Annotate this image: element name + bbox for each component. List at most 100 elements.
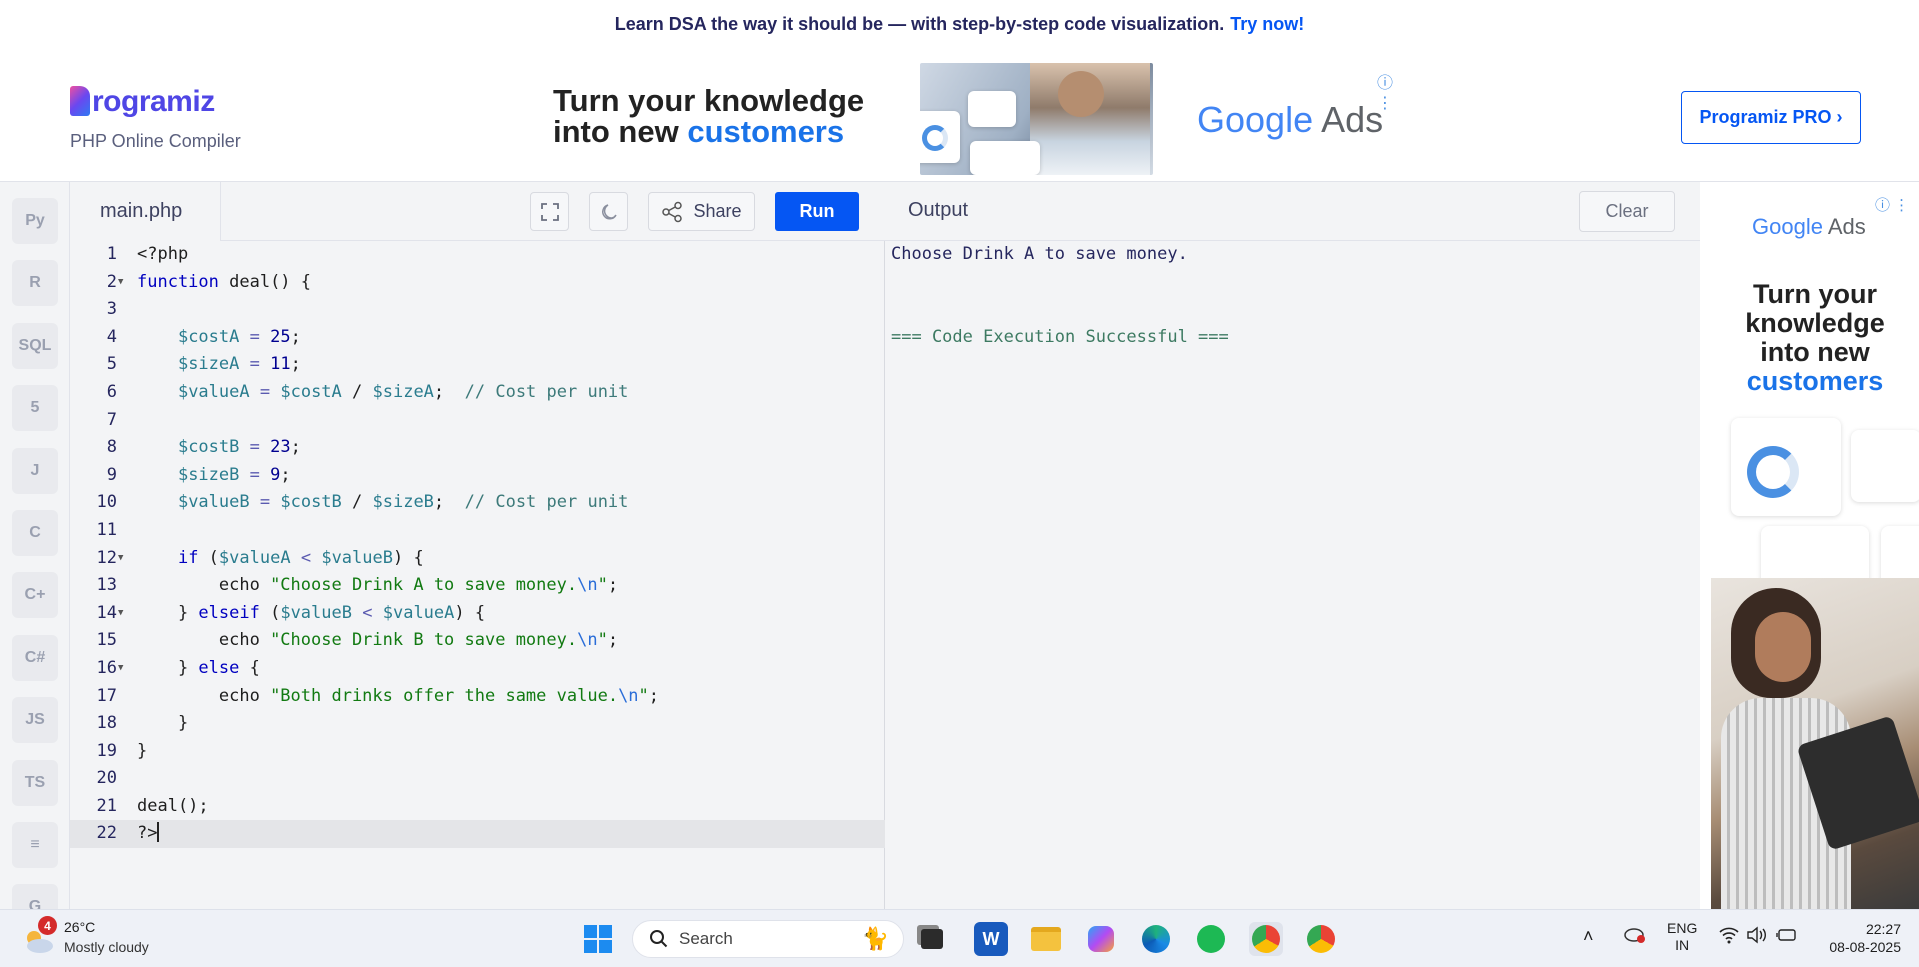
- run-button[interactable]: Run: [775, 192, 859, 231]
- code-line[interactable]: 18 }: [70, 710, 885, 738]
- side-ad-bar-card: [1761, 526, 1869, 586]
- code-line[interactable]: 7: [70, 407, 885, 435]
- code-editor[interactable]: 1 <?php 2 ▼ function deal() {3 4 $costA = 25;…: [70, 241, 885, 849]
- taskbar-search[interactable]: Search 🐈: [632, 920, 904, 958]
- code-text: $sizeA = 11;: [177, 354, 301, 375]
- code-line[interactable]: 17 echo "Both drinks offer the same valu…: [70, 683, 885, 711]
- google-ads-logo: Google Ads: [1197, 99, 1384, 140]
- sidebar-sql-icon[interactable]: SQL: [12, 322, 58, 369]
- code-line[interactable]: 15 echo "Choose Drink B to save money.\n…: [70, 627, 885, 655]
- sidebar-c-icon[interactable]: C: [12, 510, 58, 556]
- logo-mark-icon: [70, 86, 90, 116]
- word-icon[interactable]: W: [974, 922, 1008, 956]
- output-title: Output: [908, 199, 969, 221]
- copilot-icon[interactable]: [1084, 922, 1118, 956]
- language-indicator[interactable]: ENG IN: [1667, 920, 1697, 954]
- code-line[interactable]: 1 <?php: [70, 241, 885, 269]
- line-number: 15: [96, 630, 117, 651]
- fullscreen-button[interactable]: [530, 192, 569, 231]
- code-line[interactable]: 11: [70, 517, 885, 545]
- line-number: 3: [106, 299, 117, 320]
- execution-status: === Code Execution Successful ===: [891, 326, 1229, 347]
- code-line[interactable]: 8 $costB = 23;: [70, 434, 885, 462]
- code-text: ?>: [137, 822, 159, 844]
- onedrive-icon[interactable]: [1623, 924, 1647, 947]
- output-header: Output Clear: [885, 182, 1700, 241]
- fold-arrow-icon[interactable]: ▼: [118, 600, 123, 628]
- sidebar-r-icon[interactable]: R: [12, 260, 58, 307]
- side-ad-info-icon[interactable]: ⓘ ⋮: [1875, 194, 1909, 215]
- code-line[interactable]: 22 ?>: [70, 820, 885, 849]
- battery-icon[interactable]: [1776, 926, 1798, 947]
- page-subtitle: PHP Online Compiler: [70, 131, 241, 151]
- side-ad-line-card: [1851, 430, 1919, 502]
- sidebar-javascript-icon[interactable]: JS: [12, 697, 58, 744]
- code-line[interactable]: 4 $costA = 25;: [70, 324, 885, 352]
- code-line[interactable]: 19}: [70, 738, 885, 766]
- search-placeholder: Search: [679, 929, 733, 948]
- code-line[interactable]: 16 ▼ } else {: [70, 655, 885, 683]
- weather-widget[interactable]: 4 26°C Mostly cloudy: [22, 916, 192, 962]
- task-view-icon[interactable]: [915, 922, 949, 956]
- code-line[interactable]: 12 ▼ if ($valueA < $valueB) {: [70, 545, 885, 573]
- programiz-logo[interactable]: rogramiz: [70, 85, 215, 119]
- line-number: 5: [106, 354, 117, 375]
- moon-icon: [601, 203, 617, 219]
- fold-arrow-icon[interactable]: ▼: [118, 545, 123, 573]
- sidebar-cpp-icon[interactable]: C+: [12, 572, 58, 619]
- promo-text: Learn DSA the way it should be — with st…: [614, 14, 1225, 34]
- file-tab-main-php[interactable]: main.php: [70, 182, 221, 241]
- programiz-pro-button[interactable]: Programiz PRO ›: [1681, 91, 1861, 144]
- code-line[interactable]: 20: [70, 765, 885, 793]
- sidebar-swift-icon[interactable]: ≡: [12, 822, 58, 868]
- code-text: function deal() {: [137, 271, 312, 292]
- sidebar-csharp-icon[interactable]: C#: [12, 634, 58, 681]
- wifi-icon[interactable]: [1718, 926, 1740, 947]
- code-text: echo "Choose Drink A to save money.\n";: [137, 575, 619, 596]
- code-line[interactable]: 13 echo "Choose Drink A to save money.\n…: [70, 572, 885, 600]
- spotify-icon[interactable]: [1194, 922, 1228, 956]
- edge-icon[interactable]: [1139, 922, 1173, 956]
- code-line[interactable]: 9 $sizeB = 9;: [70, 462, 885, 490]
- windows-start-icon[interactable]: [581, 922, 615, 956]
- fold-arrow-icon[interactable]: ▼: [118, 655, 123, 683]
- code-line[interactable]: 6 $valueA = $costA / $sizeA; // Cost per…: [70, 379, 885, 407]
- file-explorer-icon[interactable]: [1029, 922, 1063, 956]
- sidebar-html5-icon[interactable]: 5: [12, 385, 58, 432]
- share-button[interactable]: Share: [648, 192, 755, 231]
- volume-icon[interactable]: [1746, 926, 1768, 947]
- code-line[interactable]: 21 deal();: [70, 793, 885, 821]
- code-line[interactable]: 5 $sizeA = 11;: [70, 351, 885, 379]
- language-sidebar: Py R SQL 5 J C C+ C# JS TS ≡ G: [0, 182, 70, 931]
- line-number: 19: [96, 740, 117, 761]
- side-ad[interactable]: ⓘ ⋮ Google Ads Turn your knowledge into …: [1711, 190, 1919, 909]
- dark-mode-button[interactable]: [589, 192, 628, 231]
- chrome-profile-icon[interactable]: [1304, 922, 1338, 956]
- clock[interactable]: 22:27 08-08-2025: [1816, 920, 1901, 956]
- top-ad[interactable]: Turn your knowledge into new customers G…: [545, 63, 1405, 175]
- side-ad-donut-card: [1731, 418, 1841, 516]
- chrome-icon-active[interactable]: [1249, 922, 1283, 956]
- weather-desc: Mostly cloudy: [64, 939, 149, 955]
- ad-image: [920, 63, 1153, 175]
- output-pane: Output Clear Choose Drink A to save mone…: [885, 182, 1700, 909]
- chevron-up-icon[interactable]: ˄: [1583, 926, 1594, 947]
- code-line[interactable]: 2 ▼ function deal() {: [70, 269, 885, 297]
- line-number: 6: [106, 381, 117, 402]
- code-line[interactable]: 3: [70, 296, 885, 324]
- sidebar-typescript-icon[interactable]: TS: [12, 759, 58, 806]
- weather-temp: 26°C: [64, 919, 96, 935]
- clear-button[interactable]: Clear: [1579, 191, 1675, 232]
- code-line[interactable]: 14 ▼ } elseif ($valueB < $valueA) {: [70, 600, 885, 628]
- sidebar-java-icon[interactable]: J: [12, 447, 58, 494]
- line-number: 9: [106, 464, 117, 485]
- fold-arrow-icon[interactable]: ▼: [118, 269, 123, 297]
- line-number: 21: [96, 795, 117, 816]
- line-number: 12: [96, 547, 117, 568]
- sidebar-python-icon[interactable]: Py: [12, 198, 58, 244]
- try-now-link[interactable]: Try now!: [1230, 14, 1304, 35]
- ad-info-icon[interactable]: ⓘ ⋮: [1377, 69, 1405, 113]
- line-number: 17: [96, 685, 117, 706]
- code-line[interactable]: 10 $valueB = $costB / $sizeB; // Cost pe…: [70, 489, 885, 517]
